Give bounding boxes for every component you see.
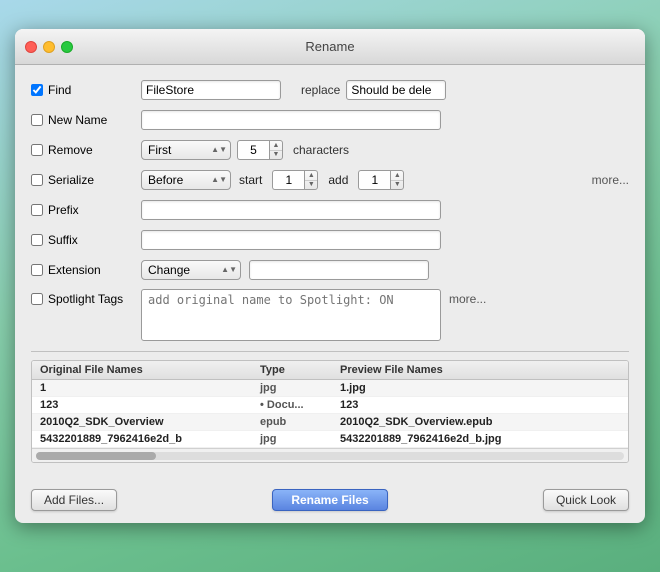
cell-type: epub: [260, 416, 340, 428]
spotlight-label[interactable]: Spotlight Tags: [31, 289, 141, 306]
cell-preview: 2010Q2_SDK_Overview.epub: [340, 416, 620, 428]
stepper-up-icon[interactable]: ▲: [391, 171, 403, 181]
file-table: Original File Names Type Preview File Na…: [31, 360, 629, 463]
rename-window: Rename Find replace New Name Remov: [15, 29, 645, 523]
window-controls: [25, 41, 73, 53]
extension-checkbox[interactable]: [31, 264, 43, 276]
stepper-up-icon[interactable]: ▲: [305, 171, 317, 181]
suffix-input[interactable]: [141, 230, 441, 250]
extension-value-input[interactable]: [249, 260, 429, 280]
serialize-add-group: ▲ ▼: [358, 170, 404, 190]
remove-count-input[interactable]: [237, 140, 269, 160]
col-header-original: Original File Names: [40, 364, 260, 376]
replace-label: replace: [301, 83, 340, 97]
suffix-row: Suffix: [31, 229, 629, 251]
spotlight-more-link[interactable]: more...: [449, 292, 486, 306]
new-name-input[interactable]: [141, 110, 441, 130]
close-button[interactable]: [25, 41, 37, 53]
new-name-row: New Name: [31, 109, 629, 131]
table-row[interactable]: 123 • Docu... 123: [32, 397, 628, 414]
table-row[interactable]: 1 jpg 1.jpg: [32, 380, 628, 397]
extension-select-wrapper: Change Remove Add ▲▼: [141, 260, 241, 280]
replace-input[interactable]: [346, 80, 446, 100]
serialize-add-input[interactable]: [358, 170, 390, 190]
minimize-button[interactable]: [43, 41, 55, 53]
serialize-start-input[interactable]: [272, 170, 304, 190]
serialize-row: Serialize Before After ▲▼ start ▲ ▼ add: [31, 169, 629, 191]
maximize-button[interactable]: [61, 41, 73, 53]
remove-row: Remove First Last ▲▼ ▲ ▼ characters: [31, 139, 629, 161]
spotlight-checkbox[interactable]: [31, 293, 43, 305]
scrollbar-area[interactable]: [32, 448, 628, 462]
stepper-down-icon[interactable]: ▼: [270, 151, 282, 160]
prefix-checkbox[interactable]: [31, 204, 43, 216]
serialize-add-stepper[interactable]: ▲ ▼: [390, 170, 404, 190]
stepper-down-icon[interactable]: ▼: [305, 181, 317, 190]
table-row[interactable]: 5432201889_7962416e2d_b jpg 5432201889_7…: [32, 431, 628, 448]
extension-row: Extension Change Remove Add ▲▼: [31, 259, 629, 281]
window-title: Rename: [305, 39, 354, 54]
cell-type: jpg: [260, 433, 340, 445]
suffix-checkbox[interactable]: [31, 234, 43, 246]
prefix-input[interactable]: [141, 200, 441, 220]
serialize-start-label: start: [239, 173, 262, 187]
titlebar: Rename: [15, 29, 645, 65]
remove-checkbox[interactable]: [31, 144, 43, 156]
serialize-start-stepper[interactable]: ▲ ▼: [304, 170, 318, 190]
spotlight-row: Spotlight Tags more...: [31, 289, 629, 341]
prefix-label[interactable]: Prefix: [31, 203, 141, 217]
bottom-bar: Add Files... Rename Files Quick Look: [15, 481, 645, 523]
scrollbar-track: [36, 452, 624, 460]
remove-position-select-wrapper: First Last ▲▼: [141, 140, 231, 160]
extension-select[interactable]: Change Remove Add: [141, 260, 241, 280]
cell-preview: 123: [340, 399, 620, 411]
find-label[interactable]: Find: [31, 83, 141, 97]
form-content: Find replace New Name Remove First L: [15, 65, 645, 481]
serialize-label[interactable]: Serialize: [31, 173, 141, 187]
cell-original: 123: [40, 399, 260, 411]
col-header-preview: Preview File Names: [340, 364, 620, 376]
cell-preview: 5432201889_7962416e2d_b.jpg: [340, 433, 620, 445]
serialize-position-select-wrapper: Before After ▲▼: [141, 170, 231, 190]
serialize-checkbox[interactable]: [31, 174, 43, 186]
serialize-position-select[interactable]: Before After: [141, 170, 231, 190]
remove-position-select[interactable]: First Last: [141, 140, 231, 160]
cell-type: • Docu...: [260, 399, 340, 411]
scrollbar-thumb[interactable]: [36, 452, 156, 460]
remove-label[interactable]: Remove: [31, 143, 141, 157]
cell-preview: 1.jpg: [340, 382, 620, 394]
extension-label[interactable]: Extension: [31, 263, 141, 277]
find-input[interactable]: [141, 80, 281, 100]
remove-count-stepper[interactable]: ▲ ▼: [269, 140, 283, 160]
find-checkbox[interactable]: [31, 84, 43, 96]
stepper-up-icon[interactable]: ▲: [270, 141, 282, 151]
cell-type: jpg: [260, 382, 340, 394]
stepper-down-icon[interactable]: ▼: [391, 181, 403, 190]
add-files-button[interactable]: Add Files...: [31, 489, 117, 511]
serialize-more-link[interactable]: more...: [592, 173, 629, 187]
new-name-checkbox[interactable]: [31, 114, 43, 126]
find-row: Find replace: [31, 79, 629, 101]
cell-original: 2010Q2_SDK_Overview: [40, 416, 260, 428]
cell-original: 1: [40, 382, 260, 394]
table-row[interactable]: 2010Q2_SDK_Overview epub 2010Q2_SDK_Over…: [32, 414, 628, 431]
remove-unit-label: characters: [293, 143, 349, 157]
spotlight-textarea[interactable]: [141, 289, 441, 341]
rename-files-button[interactable]: Rename Files: [272, 489, 387, 511]
suffix-label[interactable]: Suffix: [31, 233, 141, 247]
quick-look-button[interactable]: Quick Look: [543, 489, 629, 511]
divider: [31, 351, 629, 352]
new-name-label[interactable]: New Name: [31, 113, 141, 127]
cell-original: 5432201889_7962416e2d_b: [40, 433, 260, 445]
remove-count-group: ▲ ▼: [237, 140, 283, 160]
col-header-type: Type: [260, 364, 340, 376]
table-header: Original File Names Type Preview File Na…: [32, 361, 628, 380]
prefix-row: Prefix: [31, 199, 629, 221]
serialize-start-group: ▲ ▼: [272, 170, 318, 190]
serialize-add-label: add: [328, 173, 348, 187]
